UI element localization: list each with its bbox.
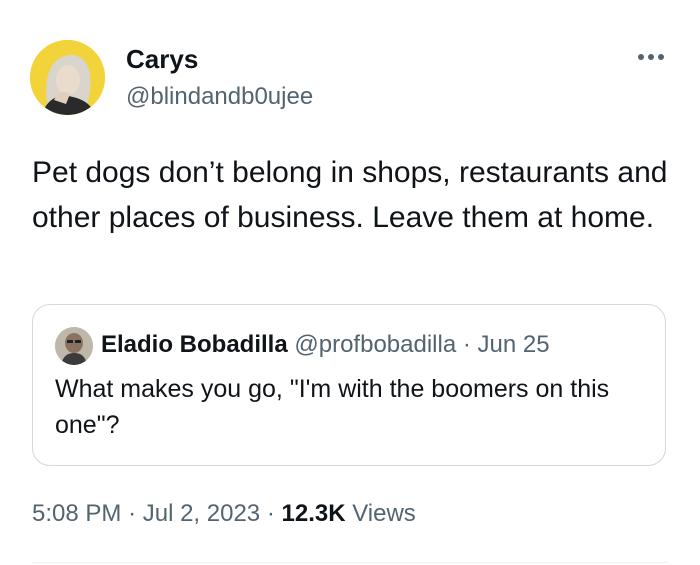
meta-separator-2: · [266, 500, 275, 527]
tweet-text: Pet dogs don’t belong in shops, restaura… [32, 156, 668, 234]
author-name[interactable]: Carys [126, 44, 198, 75]
tweet-meta: 5:08 PM · Jul 2, 2023 · 12.3K Views [32, 500, 416, 528]
quote-date[interactable]: Jun 25 [478, 331, 550, 358]
quote-text: What makes you go, "I'm with the boomers… [55, 375, 610, 439]
quote-author-avatar[interactable] [55, 327, 93, 365]
divider [32, 562, 668, 563]
quoted-tweet[interactable]: Eladio Bobadilla @profbobadilla · Jun 25… [32, 304, 666, 466]
author-avatar-image [30, 40, 105, 115]
more-horizontal-icon[interactable] [638, 52, 668, 62]
meta-separator: · [128, 500, 137, 527]
quote-avatar-image [55, 327, 93, 365]
quote-author-handle[interactable]: @profbobadilla [294, 331, 456, 358]
quote-separator: · [462, 331, 471, 358]
author-handle[interactable]: @blindandb0ujee [126, 83, 313, 111]
views-label: Views [352, 500, 416, 527]
tweet-date[interactable]: Jul 2, 2023 [143, 500, 260, 527]
quote-header: Eladio Bobadilla @profbobadilla · Jun 25 [101, 331, 550, 359]
author-avatar[interactable] [30, 40, 105, 115]
tweet-time[interactable]: 5:08 PM [32, 500, 121, 527]
quote-author-name[interactable]: Eladio Bobadilla [101, 331, 288, 358]
views-count[interactable]: 12.3K [282, 500, 346, 527]
